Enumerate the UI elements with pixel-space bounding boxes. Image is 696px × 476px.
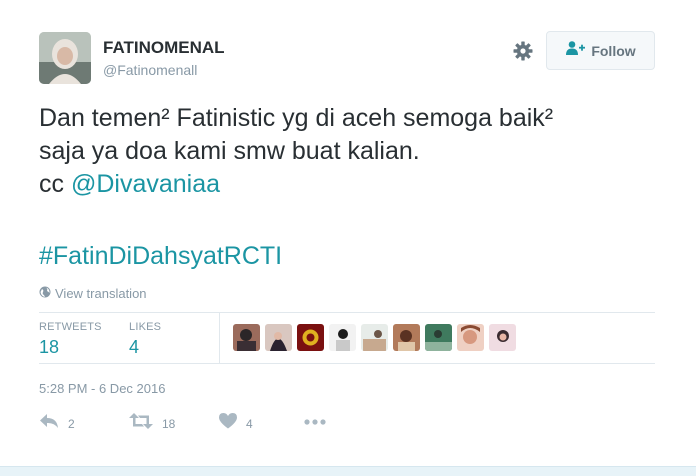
liker-avatar[interactable] (329, 324, 356, 351)
likers-avatars (233, 324, 516, 351)
globe-icon (39, 286, 51, 301)
view-translation-label: View translation (55, 286, 147, 301)
retweet-count: 18 (162, 416, 176, 431)
more-button[interactable] (304, 413, 326, 431)
like-button[interactable]: 4 (219, 413, 253, 434)
like-count: 4 (246, 416, 253, 431)
follow-button[interactable]: Follow (546, 31, 655, 70)
heart-icon (219, 413, 237, 434)
gear-icon[interactable] (511, 39, 535, 63)
stats-vertical-divider (219, 313, 220, 363)
reply-icon (39, 413, 59, 434)
retweet-button[interactable]: 18 (129, 413, 175, 434)
liker-avatar[interactable] (425, 324, 452, 351)
stats-top-divider (39, 312, 655, 313)
tweet-line-1: Dan temen² Fatinistic yg di aceh semoga … (39, 104, 554, 132)
author-display-name[interactable]: FATINOMENAL (103, 38, 225, 58)
stats-bottom-divider (39, 363, 655, 364)
author-avatar[interactable] (39, 32, 91, 84)
liker-avatar[interactable] (233, 324, 260, 351)
add-user-icon (565, 40, 586, 61)
reply-area-strip (0, 466, 696, 476)
tweet-text: Dan temen² Fatinistic yg di aceh semoga … (39, 102, 669, 201)
liker-avatar[interactable] (265, 324, 292, 351)
retweet-icon (129, 413, 153, 434)
tweet-line-2: saja ya doa kami smw buat kalian. (39, 137, 420, 165)
reply-button[interactable]: 2 (39, 413, 75, 434)
mention-link[interactable]: @Divavaniaa (71, 170, 220, 198)
liker-avatar[interactable] (297, 324, 324, 351)
retweets-count[interactable]: 18 (39, 337, 59, 358)
liker-avatar[interactable] (489, 324, 516, 351)
liker-avatar[interactable] (361, 324, 388, 351)
tweet-timestamp[interactable]: 5:28 PM - 6 Dec 2016 (39, 381, 165, 396)
retweets-label[interactable]: RETWEETS (39, 321, 102, 333)
liker-avatar[interactable] (457, 324, 484, 351)
likes-count[interactable]: 4 (129, 337, 139, 358)
follow-label: Follow (591, 42, 636, 59)
reply-count: 2 (68, 416, 75, 431)
hashtag-link[interactable]: #FatinDiDahsyatRCTI (39, 240, 282, 273)
liker-avatar[interactable] (393, 324, 420, 351)
likes-label[interactable]: LIKES (129, 321, 161, 333)
more-dots-icon (304, 413, 326, 431)
view-translation-link[interactable]: View translation (39, 286, 147, 301)
author-handle[interactable]: @Fatinomenall (103, 62, 197, 78)
cc-prefix: cc (39, 170, 71, 198)
tweet-line-3: cc @Divavaniaa (39, 168, 669, 201)
